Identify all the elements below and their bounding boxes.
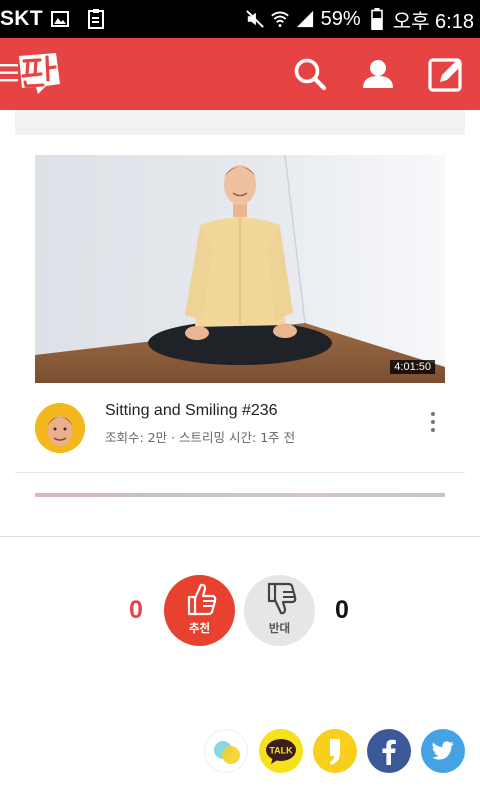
app-header [0,38,480,110]
video-title[interactable]: Sitting and Smiling #236 [105,402,278,420]
thumbs-up-icon [181,581,219,617]
carrier-name: SKT [0,7,43,30]
previous-item-strip [15,110,465,135]
compose-icon[interactable] [428,56,464,92]
like-label: 추천 [188,621,211,635]
image-icon [50,10,69,28]
clipboard-icon [87,9,105,29]
video-thumbnail-image [35,155,445,383]
wifi-icon [270,10,289,28]
divider [15,472,465,473]
channel-avatar[interactable] [35,403,85,453]
twitter-icon [432,741,454,760]
more-vert-icon[interactable] [425,410,441,434]
next-video-thumbnail-edge [35,493,445,497]
dislike-button[interactable]: 반대 [244,575,315,646]
video-meta: 조회수: 2만 · 스트리밍 시간: 1주 전 [105,430,296,445]
share-twitter-button[interactable] [421,729,465,773]
like-count: 0 [129,596,143,624]
kakaostory-icon [214,741,240,764]
kakaotalk-label: TALK [269,746,293,756]
battery-icon [368,8,386,30]
mute-icon [245,10,264,28]
facebook-icon [382,739,396,765]
battery-percent: 59% [320,7,361,30]
kakaostory-quote-icon [330,739,340,765]
share-kakaotalk-button[interactable]: TALK [259,729,303,773]
video-duration: 4:01:50 [390,360,435,374]
search-icon[interactable] [292,56,328,92]
pann-logo[interactable] [16,50,68,96]
divider [0,536,480,537]
dislike-count: 0 [335,596,349,624]
share-kakaostory-quote-button[interactable] [313,729,357,773]
thumbs-down-icon [261,581,299,617]
kakaotalk-icon: TALK [266,739,296,764]
status-bar: SKT 59% 오후 6:18 [0,0,480,38]
video-thumbnail[interactable]: 4:01:50 [35,155,445,383]
share-facebook-button[interactable] [367,729,411,773]
dislike-label: 반대 [268,621,291,635]
share-kakaostory-button[interactable] [204,729,248,773]
like-button[interactable]: 추천 [164,575,235,646]
signal-icon [296,10,314,28]
profile-icon[interactable] [360,56,396,92]
clock: 오후 6:18 [392,10,474,33]
